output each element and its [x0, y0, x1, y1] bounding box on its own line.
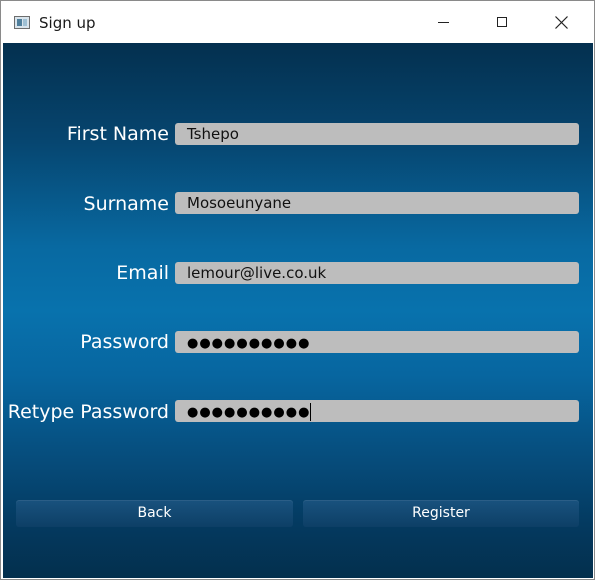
maximize-button[interactable]	[473, 1, 531, 43]
window-title: Sign up	[39, 14, 96, 32]
password-label: Password	[80, 331, 169, 353]
surname-field[interactable]: Mosoeunyane	[175, 192, 579, 214]
title-bar[interactable]: Sign up	[1, 1, 594, 43]
register-button[interactable]: Register	[303, 500, 579, 527]
email-field[interactable]: lemour@live.co.uk	[175, 262, 579, 284]
back-button[interactable]: Back	[16, 500, 293, 527]
minimize-icon	[437, 21, 449, 23]
retype-password-label: Retype Password	[7, 401, 169, 423]
retype-password-field[interactable]: ●●●●●●●●●●	[175, 400, 579, 422]
password-field[interactable]: ●●●●●●●●●●	[175, 331, 579, 353]
close-icon	[554, 15, 568, 29]
password-masked-value: ●●●●●●●●●●	[187, 336, 311, 351]
signup-form: First Name Tshepo Surname Mosoeunyane Em…	[3, 43, 593, 578]
retype-password-masked-value: ●●●●●●●●●●	[187, 405, 311, 420]
first-name-field[interactable]: Tshepo	[175, 123, 579, 145]
maximize-icon	[497, 17, 507, 27]
signup-window: Sign up First Name Tshepo Surname Mosoeu…	[0, 0, 595, 580]
close-button[interactable]	[532, 1, 590, 43]
email-label: Email	[116, 262, 169, 284]
text-caret	[310, 402, 312, 421]
minimize-button[interactable]	[414, 1, 472, 43]
first-name-label: First Name	[66, 123, 169, 145]
app-window-icon	[14, 16, 30, 29]
surname-label: Surname	[83, 193, 169, 215]
